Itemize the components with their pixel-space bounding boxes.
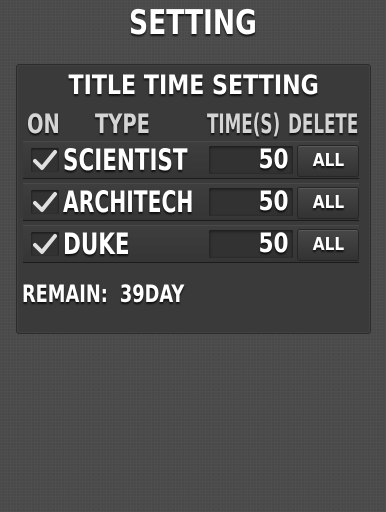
remain-status: REMAIN: 39DAY xyxy=(22,279,184,309)
delete-all-button[interactable]: ALL xyxy=(297,229,359,261)
column-header-delete: DELETE xyxy=(288,109,359,140)
time-value: 50 xyxy=(258,186,289,217)
title-name: SCIENTIST xyxy=(63,143,188,177)
page-title-text: SETTING xyxy=(129,3,257,43)
delete-all-label: ALL xyxy=(312,150,344,171)
check-icon xyxy=(33,150,57,170)
panel-title-text: TITLE TIME SETTING xyxy=(68,70,319,101)
remain-label: REMAIN: xyxy=(22,280,108,308)
title-name: ARCHITECH xyxy=(63,185,194,219)
column-header-on: ON xyxy=(27,109,60,140)
on-checkbox[interactable] xyxy=(31,190,59,214)
check-icon xyxy=(33,192,57,212)
title-time-setting-panel: TITLE TIME SETTING ON TYPE TIME(S) DELET… xyxy=(16,64,371,334)
time-input[interactable]: 50 xyxy=(209,144,293,175)
page-title: SETTING xyxy=(0,4,386,42)
time-value: 50 xyxy=(258,228,289,259)
title-row-architech: ARCHITECH 50 ALL xyxy=(23,183,359,221)
on-checkbox[interactable] xyxy=(31,232,59,256)
column-header-type: TYPE xyxy=(95,109,150,140)
on-checkbox[interactable] xyxy=(31,148,59,172)
delete-all-label: ALL xyxy=(312,234,344,255)
title-row-scientist: SCIENTIST 50 ALL xyxy=(23,141,359,179)
title-row-duke: DUKE 50 ALL xyxy=(23,225,359,263)
time-input[interactable]: 50 xyxy=(209,186,293,217)
panel-title: TITLE TIME SETTING xyxy=(17,70,370,102)
remain-value: 39DAY xyxy=(119,280,185,308)
delete-all-label: ALL xyxy=(312,192,344,213)
time-input[interactable]: 50 xyxy=(209,228,293,259)
time-value: 50 xyxy=(258,144,289,175)
title-name: DUKE xyxy=(63,227,130,261)
check-icon xyxy=(33,234,57,254)
column-header-time: TIME(S) xyxy=(207,109,281,140)
delete-all-button[interactable]: ALL xyxy=(297,187,359,219)
delete-all-button[interactable]: ALL xyxy=(297,145,359,177)
